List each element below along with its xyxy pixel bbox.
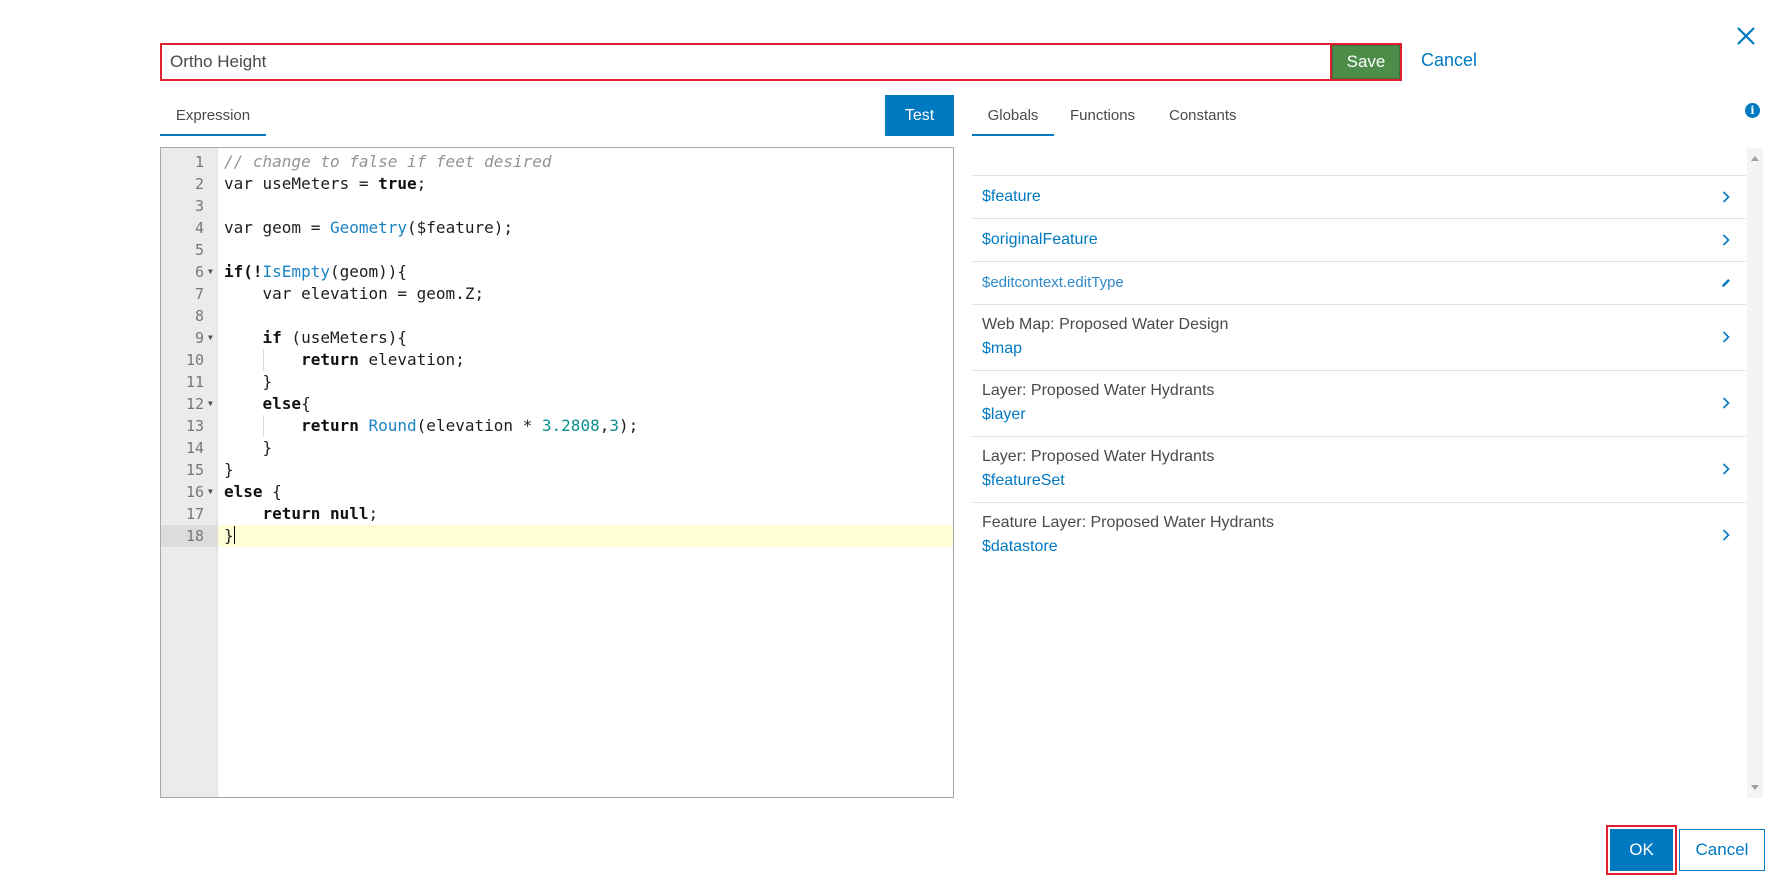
line-number: 11 — [185, 373, 204, 391]
line-number: 15 — [185, 461, 204, 479]
code-line: 15 } — [161, 459, 953, 481]
code-line: 11 } — [161, 371, 953, 393]
fold-arrow-icon[interactable]: ▼ — [208, 393, 213, 415]
line-number: 3 — [194, 197, 204, 215]
global-name: $featureSet — [982, 472, 1065, 489]
code-line: 12 ▼ else{ — [161, 393, 953, 415]
code-line-active: 18 } — [161, 525, 953, 547]
expression-title-row: Save — [160, 43, 1406, 81]
global-description: Feature Layer: Proposed Water Hydrants — [982, 514, 1274, 531]
tab-constants[interactable]: Constants — [1169, 100, 1237, 136]
code-comment: // change to false if feet desired — [224, 152, 552, 171]
info-icon[interactable]: i — [1745, 103, 1760, 118]
ok-button[interactable]: OK — [1606, 825, 1677, 875]
line-number: 18 — [161, 525, 218, 547]
code-line: 17 return null; — [161, 503, 953, 525]
scroll-down-arrow-icon[interactable] — [1751, 785, 1759, 790]
test-button[interactable]: Test — [885, 95, 954, 136]
line-number: 2 — [194, 175, 204, 193]
fold-arrow-icon[interactable]: ▼ — [208, 327, 213, 349]
tab-functions[interactable]: Functions — [1070, 100, 1135, 136]
line-number: 7 — [194, 285, 204, 303]
pencil-icon[interactable] — [1720, 277, 1732, 289]
code-line: 3 — [161, 195, 953, 217]
global-description: Layer: Proposed Water Hydrants — [982, 448, 1215, 465]
list-item[interactable]: $originalFeature — [972, 219, 1746, 262]
line-number: 8 — [194, 307, 204, 325]
code-line: 1 // change to false if feet desired — [161, 151, 953, 173]
code-line: 14 } — [161, 437, 953, 459]
fold-arrow-icon[interactable]: ▼ — [208, 261, 213, 283]
chevron-right-icon[interactable] — [1720, 529, 1732, 541]
side-panel-scrollbar[interactable] — [1747, 148, 1763, 798]
list-item[interactable]: Feature Layer: Proposed Water Hydrants $… — [972, 503, 1746, 569]
code-line: 13 return Round(elevation * 3.2808,3); — [161, 415, 953, 437]
code-line: 5 — [161, 239, 953, 261]
code-lines: 1 // change to false if feet desired 2 v… — [161, 151, 953, 547]
line-number: 10 — [185, 351, 204, 369]
cancel-button[interactable]: Cancel — [1679, 829, 1765, 871]
globals-list: $feature $originalFeature $editcontext.e… — [972, 175, 1746, 569]
ok-button-label: OK — [1610, 829, 1673, 871]
code-line: 9 ▼ if (useMeters){ — [161, 327, 953, 349]
global-name: $layer — [982, 406, 1026, 423]
chevron-right-icon[interactable] — [1720, 234, 1732, 246]
global-description: Web Map: Proposed Water Design — [982, 316, 1229, 333]
chevron-right-icon[interactable] — [1720, 463, 1732, 475]
code-editor[interactable]: 1 // change to false if feet desired 2 v… — [160, 147, 954, 798]
line-number: 1 — [194, 153, 204, 171]
code-line: 10 return elevation; — [161, 349, 953, 371]
global-name: $originalFeature — [982, 231, 1098, 248]
chevron-right-icon[interactable] — [1720, 191, 1732, 203]
line-number: 13 — [185, 417, 204, 435]
tab-globals[interactable]: Globals — [972, 100, 1054, 136]
list-item[interactable]: Layer: Proposed Water Hydrants $featureS… — [972, 437, 1746, 503]
chevron-right-icon[interactable] — [1720, 397, 1732, 409]
expression-name-input[interactable] — [160, 43, 1332, 81]
line-number: 14 — [185, 439, 204, 457]
code-line: 8 — [161, 305, 953, 327]
global-name: $editcontext.editType — [982, 274, 1124, 291]
tab-expression[interactable]: Expression — [160, 100, 266, 136]
code-line: 16 ▼ else { — [161, 481, 953, 503]
chevron-right-icon[interactable] — [1720, 331, 1732, 343]
global-name: $map — [982, 340, 1023, 357]
code-line: 6 ▼ if(!IsEmpty(geom)){ — [161, 261, 953, 283]
list-item[interactable]: $editcontext.editType — [972, 262, 1746, 305]
code-line: 2 var useMeters = true; — [161, 173, 953, 195]
global-description: Layer: Proposed Water Hydrants — [982, 382, 1215, 399]
save-button[interactable]: Save — [1330, 43, 1402, 81]
line-number: 17 — [185, 505, 204, 523]
code-line: 7 var elevation = geom.Z; — [161, 283, 953, 305]
fold-arrow-icon[interactable]: ▼ — [208, 481, 213, 503]
text-caret — [233, 526, 235, 544]
global-name: $feature — [982, 188, 1041, 205]
line-number: 5 — [194, 241, 204, 259]
list-item[interactable]: Web Map: Proposed Water Design $map — [972, 305, 1746, 371]
list-item[interactable]: Layer: Proposed Water Hydrants $layer — [972, 371, 1746, 437]
code-line: 4 var geom = Geometry($feature); — [161, 217, 953, 239]
line-number: 4 — [194, 219, 204, 237]
cancel-link[interactable]: Cancel — [1421, 50, 1477, 71]
scroll-up-arrow-icon[interactable] — [1751, 156, 1759, 161]
global-name: $datastore — [982, 538, 1058, 555]
list-item[interactable]: $feature — [972, 176, 1746, 219]
close-icon[interactable] — [1735, 25, 1757, 47]
